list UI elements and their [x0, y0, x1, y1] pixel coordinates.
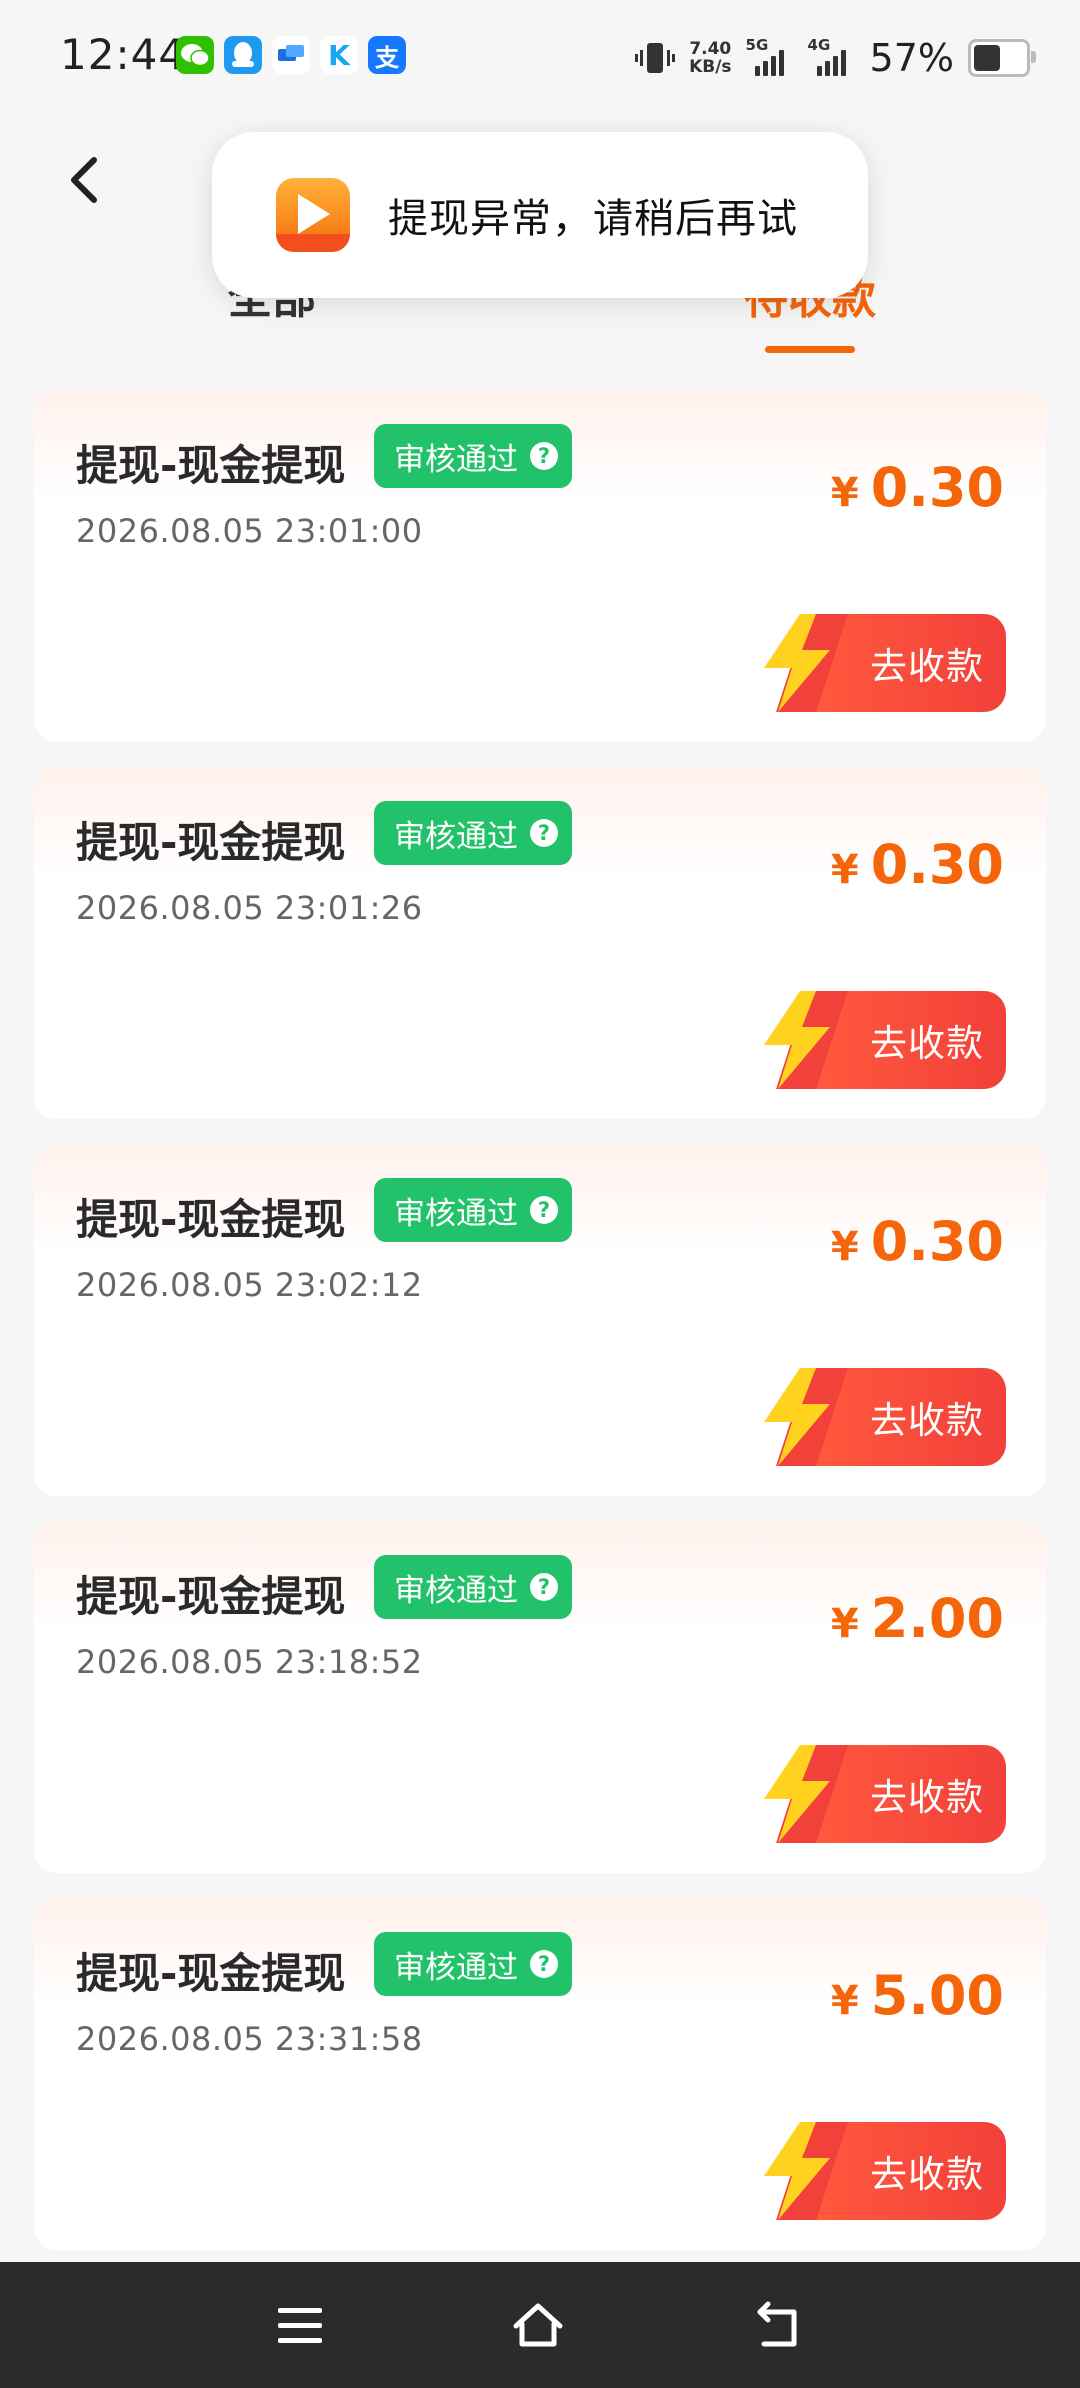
record-time: 2026.08.05 23:31:58: [76, 2020, 423, 2058]
amount-value: 5.00: [870, 1964, 1004, 2027]
status-badge[interactable]: 审核通过 ?: [374, 1555, 572, 1619]
record-title: 提现-现金提现: [76, 818, 346, 867]
currency-symbol: ¥: [830, 1224, 859, 1270]
collect-button-label: 去收款: [870, 2153, 984, 2196]
help-icon[interactable]: ?: [530, 819, 558, 847]
kuaishou-icon: K: [320, 36, 358, 74]
status-bar: 12:44 K 支 7.40 KB/s 5G 4G 57%: [0, 0, 1080, 110]
record-time: 2026.08.05 23:18:52: [76, 1643, 423, 1681]
vibrate-icon: [635, 43, 676, 73]
record-title: 提现-现金提现: [76, 441, 346, 490]
status-badge-label: 审核通过: [394, 818, 518, 855]
record-title: 提现-现金提现: [76, 1195, 346, 1244]
currency-symbol: ¥: [830, 470, 859, 516]
lightning-icon: [764, 1368, 830, 1466]
status-time: 12:44: [60, 30, 187, 79]
collect-button[interactable]: 去收款: [756, 991, 1006, 1089]
collect-button[interactable]: 去收款: [756, 2122, 1006, 2220]
status-badge[interactable]: 审核通过 ?: [374, 424, 572, 488]
lightning-icon: [764, 614, 830, 712]
status-badge[interactable]: 审核通过 ?: [374, 1178, 572, 1242]
record-card: 提现-现金提现 审核通过 ? 2026.08.05 23:01:26 ¥ 0.3…: [34, 767, 1046, 1119]
record-amount: ¥ 0.30: [831, 1210, 1004, 1273]
record-card: 提现-现金提现 审核通过 ? 2026.08.05 23:01:00 ¥ 0.3…: [34, 390, 1046, 742]
record-time: 2026.08.05 23:01:26: [76, 889, 423, 927]
signal-5g-icon: 5G: [746, 36, 794, 76]
record-title: 提现-现金提现: [76, 1949, 346, 1998]
collect-button[interactable]: 去收款: [756, 614, 1006, 712]
status-badge-label: 审核通过: [394, 1949, 518, 1986]
network-speed: 7.40 KB/s: [689, 39, 732, 77]
collect-button[interactable]: 去收款: [756, 1368, 1006, 1466]
record-title: 提现-现金提现: [76, 1572, 346, 1621]
battery-icon: [968, 39, 1036, 77]
amount-value: 2.00: [870, 1587, 1004, 1650]
amount-value: 0.30: [870, 833, 1004, 896]
home-icon[interactable]: [512, 2300, 564, 2352]
record-amount: ¥ 0.30: [831, 833, 1004, 896]
amount-value: 0.30: [870, 456, 1004, 519]
record-amount: ¥ 5.00: [831, 1964, 1004, 2027]
status-badge[interactable]: 审核通过 ?: [374, 1932, 572, 1996]
currency-symbol: ¥: [830, 1978, 859, 2024]
help-icon[interactable]: ?: [530, 1950, 558, 1978]
status-badge-label: 审核通过: [394, 441, 518, 478]
currency-symbol: ¥: [830, 1601, 859, 1647]
record-card: 提现-现金提现 审核通过 ? 2026.08.05 23:02:12 ¥ 0.3…: [34, 1144, 1046, 1496]
status-badge-label: 审核通过: [394, 1195, 518, 1232]
record-time: 2026.08.05 23:02:12: [76, 1266, 423, 1304]
withdraw-record-list: 提现-现金提现 审核通过 ? 2026.08.05 23:01:00 ¥ 0.3…: [34, 390, 1046, 2275]
toast-message: 提现异常，请稍后再试: [388, 196, 798, 242]
collect-button[interactable]: 去收款: [756, 1745, 1006, 1843]
toast-notification: 提现异常，请稍后再试: [212, 132, 868, 298]
record-amount: ¥ 2.00: [831, 1587, 1004, 1650]
help-icon[interactable]: ?: [530, 442, 558, 470]
lightning-icon: [764, 2122, 830, 2220]
status-badge[interactable]: 审核通过 ?: [374, 801, 572, 865]
menu-icon[interactable]: [274, 2300, 326, 2352]
signal-4g-icon: 4G: [808, 36, 856, 76]
help-icon[interactable]: ?: [530, 1573, 558, 1601]
collect-button-label: 去收款: [870, 645, 984, 688]
help-icon[interactable]: ?: [530, 1196, 558, 1224]
system-nav-bar: [0, 2262, 1080, 2388]
battery-percent: 57%: [869, 36, 954, 80]
record-amount: ¥ 0.30: [831, 456, 1004, 519]
collect-button-label: 去收款: [870, 1399, 984, 1442]
back-icon[interactable]: [754, 2300, 806, 2352]
notification-app-icons: K 支: [176, 36, 406, 74]
lightning-icon: [764, 1745, 830, 1843]
collect-button-label: 去收款: [870, 1776, 984, 1819]
qq-icon: [224, 36, 262, 74]
amount-value: 0.30: [870, 1210, 1004, 1273]
record-time: 2026.08.05 23:01:00: [76, 512, 423, 550]
message-icon: [272, 36, 310, 74]
collect-button-label: 去收款: [870, 1022, 984, 1065]
tab-indicator: [765, 346, 855, 353]
lightning-icon: [764, 991, 830, 1089]
alipay-icon: 支: [368, 36, 406, 74]
currency-symbol: ¥: [830, 847, 859, 893]
record-card: 提现-现金提现 审核通过 ? 2026.08.05 23:31:58 ¥ 5.0…: [34, 1898, 1046, 2250]
back-arrow-icon[interactable]: [60, 150, 120, 210]
record-card: 提现-现金提现 审核通过 ? 2026.08.05 23:18:52 ¥ 2.0…: [34, 1521, 1046, 1873]
status-badge-label: 审核通过: [394, 1572, 518, 1609]
app-logo-icon: [276, 178, 350, 252]
wechat-icon: [176, 36, 214, 74]
